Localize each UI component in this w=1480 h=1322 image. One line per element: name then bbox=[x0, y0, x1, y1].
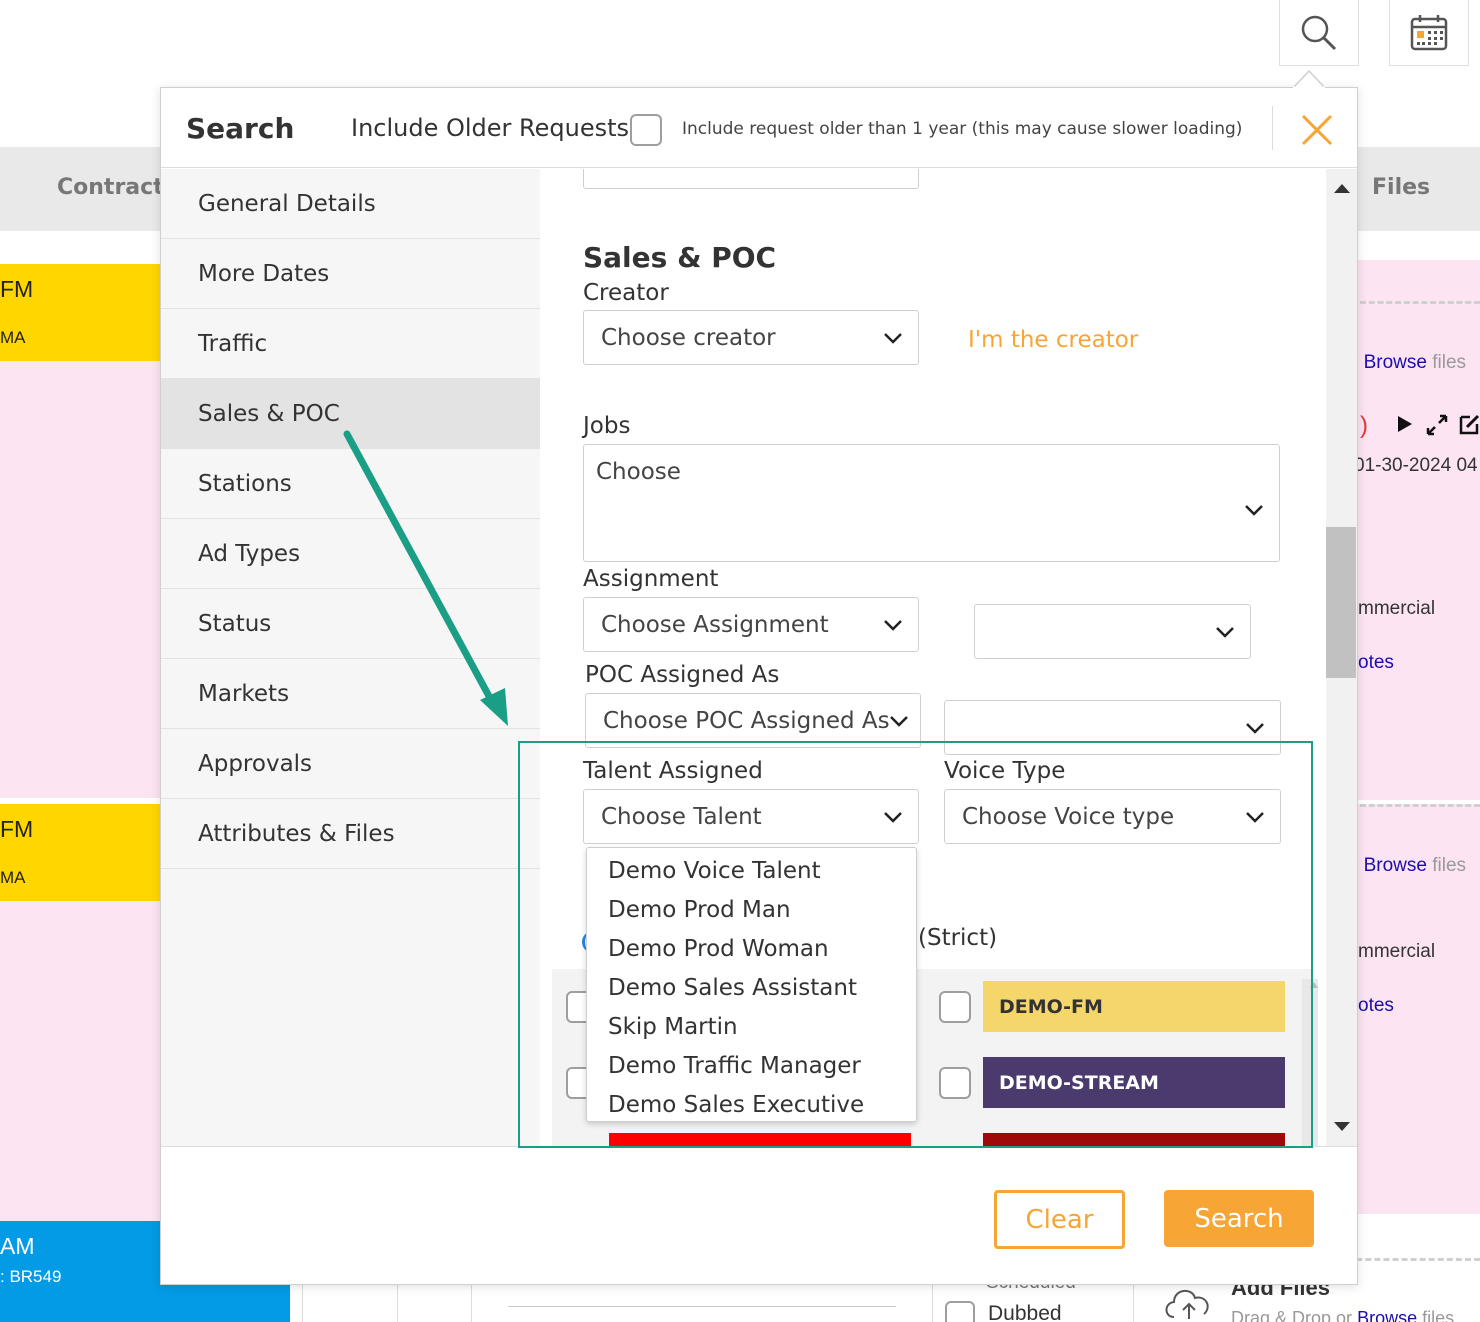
grid-line bbox=[471, 1285, 472, 1322]
assignment-role-select[interactable] bbox=[974, 604, 1251, 659]
divider bbox=[508, 1306, 896, 1307]
chevron-down-icon bbox=[1246, 722, 1264, 734]
scroll-down-icon[interactable] bbox=[1334, 1122, 1350, 1131]
grid-line bbox=[302, 1285, 303, 1322]
contract-label: : BR549 bbox=[0, 1267, 62, 1286]
sidebar-item-attributes-files[interactable]: Attributes & Files bbox=[161, 799, 540, 869]
dropzone-border bbox=[1360, 301, 1480, 304]
dubbed-checkbox[interactable] bbox=[945, 1301, 975, 1322]
sidebar-item-more-dates[interactable]: More Dates bbox=[161, 239, 540, 309]
assignment-select[interactable]: Choose Assignment bbox=[583, 597, 919, 652]
browse-files[interactable]: r Browse files bbox=[1352, 352, 1466, 374]
previous-section-input[interactable] bbox=[583, 169, 919, 189]
jobs-label: Jobs bbox=[583, 413, 631, 439]
market-label: MA bbox=[0, 868, 26, 887]
chevron-down-icon bbox=[1245, 505, 1263, 516]
grid-line bbox=[397, 1285, 398, 1322]
play-icon[interactable] bbox=[1395, 414, 1415, 434]
edit-icon[interactable] bbox=[1458, 412, 1480, 436]
browse-link[interactable]: Browse bbox=[1357, 1308, 1417, 1322]
browse-link[interactable]: Browse bbox=[1364, 855, 1427, 876]
table-row-bg bbox=[1358, 260, 1480, 800]
search-toggle-button[interactable] bbox=[1279, 0, 1359, 66]
clear-button[interactable]: Clear bbox=[994, 1190, 1125, 1249]
sidebar-item-general-details[interactable]: General Details bbox=[161, 169, 540, 239]
column-header-files[interactable]: Files bbox=[1372, 175, 1430, 200]
sidebar-item-traffic[interactable]: Traffic bbox=[161, 309, 540, 379]
dubbed-label: Dubbed bbox=[988, 1302, 1062, 1322]
calendar-icon bbox=[1410, 14, 1448, 50]
modal-header: Search Include Older Requests Include re… bbox=[161, 88, 1357, 168]
include-older-label: Include Older Requests bbox=[351, 114, 630, 142]
chevron-down-icon bbox=[884, 332, 902, 344]
station-cell[interactable]: FM MA bbox=[0, 804, 160, 901]
jobs-select[interactable]: Choose bbox=[583, 444, 1280, 562]
scroll-up-icon[interactable] bbox=[1334, 184, 1350, 193]
dropzone-border bbox=[1360, 804, 1480, 807]
station-label: FM bbox=[0, 816, 34, 842]
station-label: AM bbox=[0, 1233, 35, 1259]
poc-assigned-select[interactable]: Choose POC Assigned As bbox=[585, 693, 921, 748]
include-older-note: Include request older than 1 year (this … bbox=[682, 119, 1243, 139]
expand-icon[interactable] bbox=[1426, 414, 1448, 436]
header-divider bbox=[1272, 106, 1273, 150]
browse-link[interactable]: Browse bbox=[1364, 352, 1427, 373]
poc-assigned-label: POC Assigned As bbox=[585, 662, 780, 688]
annotation-arrow-icon bbox=[343, 430, 508, 726]
assignment-label: Assignment bbox=[583, 566, 719, 592]
station-label: FM bbox=[0, 276, 34, 302]
date-text: 01-30-2024 04 bbox=[1354, 455, 1478, 476]
chevron-down-icon bbox=[1216, 626, 1234, 638]
calendar-button[interactable] bbox=[1389, 0, 1469, 66]
notes-link[interactable]: otes bbox=[1358, 652, 1394, 674]
popover-caret bbox=[1293, 69, 1325, 88]
chevron-down-icon bbox=[890, 715, 908, 727]
modal-footer: Clear Search bbox=[161, 1146, 1357, 1284]
assignment-select-value: Choose Assignment bbox=[601, 611, 829, 638]
include-older-checkbox[interactable] bbox=[630, 114, 662, 146]
annotation-highlight-box bbox=[518, 741, 1313, 1148]
adtype-text: mmercial bbox=[1358, 941, 1436, 962]
adtype-text: mmercial bbox=[1358, 598, 1436, 619]
notes-link[interactable]: otes bbox=[1358, 995, 1394, 1017]
station-cell[interactable]: FM MA bbox=[0, 264, 160, 361]
column-header-contract[interactable]: Contract bbox=[57, 175, 164, 200]
drag-drop-text: Drag & Drop or Browse files bbox=[1231, 1308, 1454, 1322]
grid-line bbox=[1133, 1285, 1134, 1322]
paren-text: ) bbox=[1360, 412, 1368, 439]
im-creator-link[interactable]: I'm the creator bbox=[968, 327, 1138, 353]
search-button[interactable]: Search bbox=[1164, 1190, 1314, 1247]
modal-title: Search bbox=[186, 112, 295, 145]
creator-select[interactable]: Choose creator bbox=[583, 310, 919, 365]
market-label: MA bbox=[0, 328, 26, 347]
close-icon[interactable] bbox=[1297, 110, 1337, 150]
cloud-upload-icon[interactable] bbox=[1162, 1281, 1216, 1321]
grid-line bbox=[932, 1285, 933, 1322]
browse-files[interactable]: r Browse files bbox=[1352, 855, 1466, 877]
section-title: Sales & POC bbox=[583, 241, 777, 274]
content-scrollbar-thumb[interactable] bbox=[1326, 527, 1356, 678]
creator-select-value: Choose creator bbox=[601, 324, 776, 351]
jobs-select-value: Choose bbox=[596, 459, 681, 485]
chevron-down-icon bbox=[884, 619, 902, 631]
poc-assigned-value: Choose POC Assigned As bbox=[603, 707, 890, 734]
search-icon bbox=[1301, 15, 1337, 50]
creator-label: Creator bbox=[583, 280, 669, 306]
